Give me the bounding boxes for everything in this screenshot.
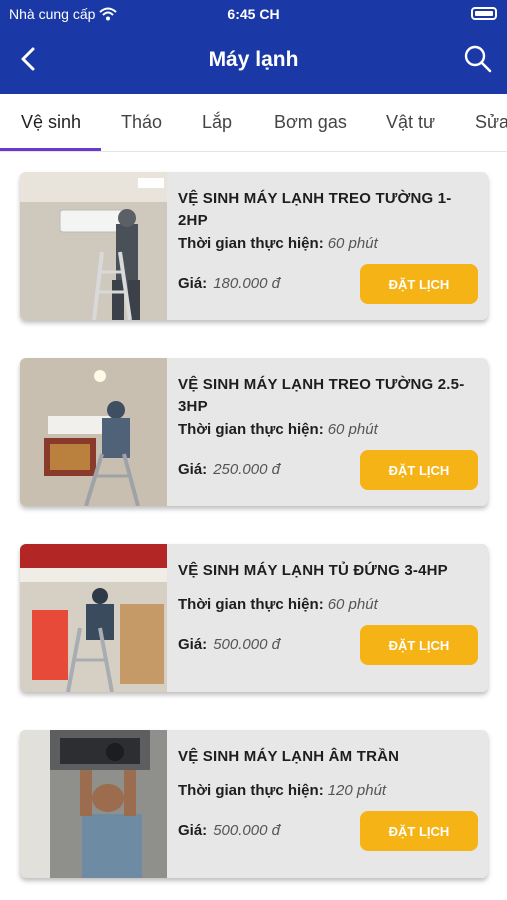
service-card[interactable]: VỆ SINH MÁY LẠNH TỦ ĐỨNG 3-4HP Thời gian… xyxy=(20,544,488,692)
tab-thao[interactable]: Tháo xyxy=(121,112,162,133)
duration-label: Thời gian thực hiện: xyxy=(178,421,324,438)
price-value: 500.000 đ xyxy=(213,822,280,839)
service-card[interactable]: VỆ SINH MÁY LẠNH ÂM TRẦN Thời gian thực … xyxy=(20,730,488,878)
service-card[interactable]: VỆ SINH MÁY LẠNH TREO TƯỜNG 1-2HP Thời g… xyxy=(20,172,488,320)
page-title: Máy lạnh xyxy=(208,48,299,71)
price-value: 500.000 đ xyxy=(213,636,280,653)
service-name: VỆ SINH MÁY LẠNH TỦ ĐỨNG 3-4HP xyxy=(178,562,448,579)
book-button[interactable]: ĐẶT LỊCH xyxy=(360,811,478,851)
duration-value: 120 phút xyxy=(327,782,387,799)
service-name: VỆ SINH MÁY LẠNH TREO TƯỜNG 1-2HP xyxy=(178,190,452,229)
price-row: Giá: 180.000 đ xyxy=(178,275,280,292)
price-label: Giá: xyxy=(178,461,208,478)
book-button[interactable]: ĐẶT LỊCH xyxy=(360,264,478,304)
price-label: Giá: xyxy=(178,822,208,839)
category-tabs: Vệ sinh Tháo Lắp Bơm gas Vật tư Sửa xyxy=(0,94,507,152)
price-label: Giá: xyxy=(178,275,208,292)
book-button[interactable]: ĐẶT LỊCH xyxy=(360,625,478,665)
duration-label: Thời gian thực hiện: xyxy=(178,235,324,252)
active-tab-indicator xyxy=(0,148,101,151)
battery-icon xyxy=(471,7,497,20)
duration-row: Thời gian thực hiện: 60 phút xyxy=(178,235,378,252)
app-header: Nhà cung cấp 6:45 CH Máy lạnh xyxy=(0,0,507,94)
service-photo xyxy=(20,358,167,506)
status-time: 6:45 CH xyxy=(227,6,280,22)
price-row: Giá: 500.000 đ xyxy=(178,636,280,653)
service-photo xyxy=(20,172,167,320)
tab-lap[interactable]: Lắp xyxy=(202,112,232,133)
service-photo xyxy=(20,544,167,692)
price-value: 180.000 đ xyxy=(213,275,280,292)
tab-ve-sinh[interactable]: Vệ sinh xyxy=(21,112,81,133)
duration-label: Thời gian thực hiện: xyxy=(178,782,324,799)
status-bar: Nhà cung cấp 6:45 CH xyxy=(0,0,507,28)
service-photo xyxy=(20,730,167,878)
duration-row: Thời gian thực hiện: 60 phút xyxy=(178,421,378,438)
price-value: 250.000 đ xyxy=(213,461,280,478)
nav-bar: Máy lạnh xyxy=(0,36,507,84)
tab-vat-tu[interactable]: Vật tư xyxy=(386,112,435,133)
service-name: VỆ SINH MÁY LẠNH ÂM TRẦN xyxy=(178,748,400,765)
duration-value: 60 phút xyxy=(327,596,378,613)
price-label: Giá: xyxy=(178,636,208,653)
service-card[interactable]: VỆ SINH MÁY LẠNH TREO TƯỜNG 2.5-3HP Thời… xyxy=(20,358,488,506)
book-button[interactable]: ĐẶT LỊCH xyxy=(360,450,478,490)
price-row: Giá: 250.000 đ xyxy=(178,461,280,478)
duration-value: 60 phút xyxy=(327,235,378,252)
duration-value: 60 phút xyxy=(327,421,378,438)
service-name: VỆ SINH MÁY LẠNH TREO TƯỜNG 2.5-3HP xyxy=(178,376,465,415)
duration-row: Thời gian thực hiện: 60 phút xyxy=(178,596,378,613)
tab-sua[interactable]: Sửa xyxy=(475,112,507,133)
duration-label: Thời gian thực hiện: xyxy=(178,596,324,613)
search-icon[interactable] xyxy=(463,44,493,74)
duration-row: Thời gian thực hiện: 120 phút xyxy=(178,782,386,799)
tab-bom-gas[interactable]: Bơm gas xyxy=(274,112,347,133)
price-row: Giá: 500.000 đ xyxy=(178,822,280,839)
